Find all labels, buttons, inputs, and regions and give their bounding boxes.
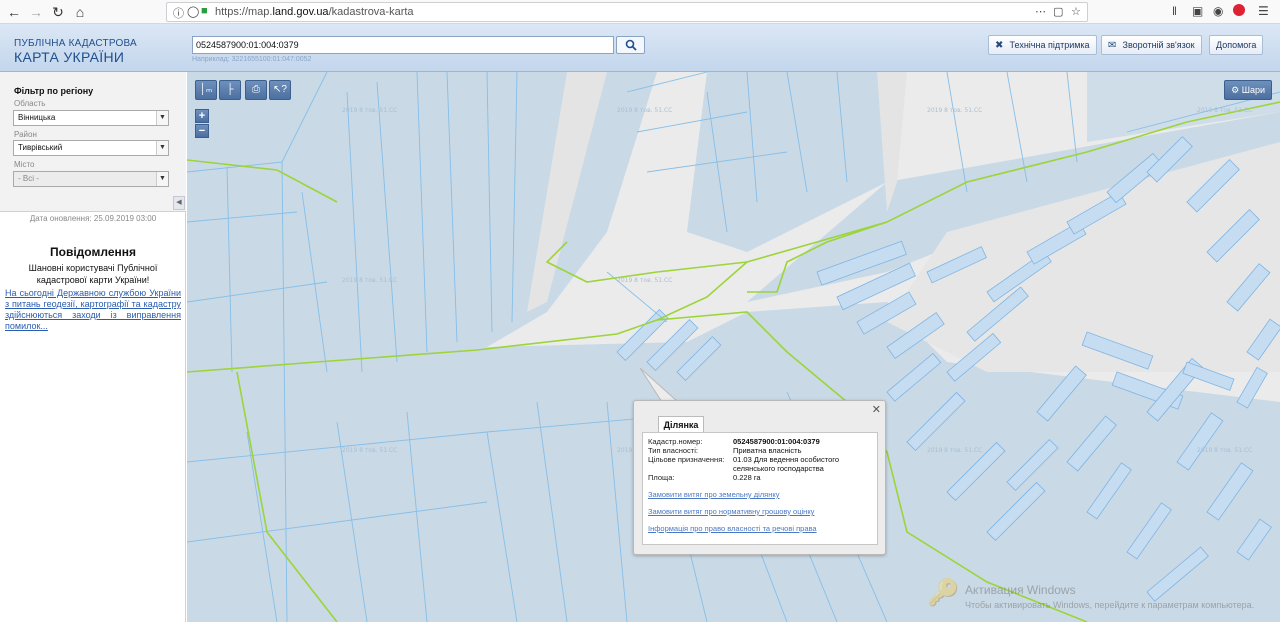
lock-icon[interactable]: ■ [201, 5, 208, 17]
ruler-tool-button[interactable]: │ₘ [195, 80, 217, 100]
svg-text:2019 8 тов. 51.СС: 2019 8 тов. 51.СС [927, 107, 982, 114]
bookmark-star-icon[interactable]: ☆ [1071, 5, 1081, 18]
area-label: Площа: [648, 473, 675, 482]
zoom-in-button[interactable]: + [195, 109, 209, 123]
activation-watermark-title: Активация Windows [965, 583, 1076, 597]
purpose-value: 01.03 Для ведення особистого селянського… [733, 455, 840, 473]
info-icon[interactable]: ⓘ [173, 5, 184, 21]
svg-text:2019 8 тов. 51.СС: 2019 8 тов. 51.СС [617, 107, 672, 114]
svg-text:2019 8 тов. 51.СС: 2019 8 тов. 51.СС [342, 107, 397, 114]
area-value: 0.228 га [733, 473, 761, 482]
help-button[interactable]: Допомога [1209, 35, 1264, 55]
key-icon: 🔑 [927, 577, 960, 607]
city-label: Місто [14, 160, 35, 169]
browser-toolbar: ← → ↻ ⌂ ⓘ ◯ ■ https://map.land.gov.ua/ka… [0, 0, 1280, 24]
area-icon: ├ [226, 84, 234, 95]
left-sidebar: Фільтр по регіону Область Вінницька ▼ Рай… [0, 72, 186, 622]
cadastre-number-label: Кадастр.номер: [648, 437, 703, 446]
svg-text:2019 8 тов. 51.СС: 2019 8 тов. 51.СС [342, 277, 397, 284]
account-icon[interactable]: ◉ [1213, 4, 1223, 18]
svg-text:2019 8 тов. 51.СС: 2019 8 тов. 51.СС [1197, 107, 1252, 114]
region-label: Область [14, 99, 46, 108]
district-select[interactable]: Тиврівський ▼ [13, 140, 169, 156]
feedback-button[interactable]: ✉ Зворотній зв'язок [1101, 35, 1202, 55]
info-tool-button[interactable]: ↖? [269, 80, 291, 100]
address-bar[interactable]: ⓘ ◯ ■ https://map.land.gov.ua/kadastrova… [166, 2, 1088, 22]
svg-text:2019 8 тов. 51.СС: 2019 8 тов. 51.СС [617, 277, 672, 284]
reload-icon[interactable]: ↻ [48, 2, 68, 22]
update-date: Дата оновлення: 25.09.2019 03:00 [29, 214, 157, 223]
parcel-info-popup: ✕ Ділянка Кадастр.номер: 0524587900:01:0… [633, 400, 886, 555]
svg-text:2019 8 тов. 51.СС: 2019 8 тов. 51.СС [342, 447, 397, 454]
gear-icon: ⚙ [1231, 85, 1240, 95]
city-select[interactable]: - Всі - ▼ [13, 171, 169, 187]
layers-button[interactable]: ⚙ Шари [1224, 80, 1272, 100]
area-tool-button[interactable]: ├ [219, 80, 241, 100]
order-valuation-extract-link[interactable]: Замовити витяг про нормативну грошову оц… [648, 507, 814, 516]
close-icon[interactable]: ✕ [872, 403, 881, 416]
notice-greeting: Шановні користувачі Публічної кадастрово… [28, 263, 158, 285]
activation-watermark-text: Чтобы активировать Windows, перейдите к … [965, 600, 1255, 610]
support-button[interactable]: ✖ Технічна підтримка [988, 35, 1097, 55]
order-parcel-extract-link[interactable]: Замовити витяг про земельну ділянку [648, 490, 780, 499]
cadastral-map[interactable]: 2019 8 тов. 51.СС 2019 8 тов. 51.СС 2019… [187, 72, 1280, 622]
zoom-out-button[interactable]: − [195, 124, 209, 138]
menu-icon[interactable]: ☰ [1258, 4, 1269, 18]
sidebar-icon[interactable]: ▣ [1192, 4, 1203, 18]
cadastre-search-input[interactable] [192, 36, 614, 54]
notice-link[interactable]: На сьогодні Державною службою України з … [5, 288, 181, 332]
addon-icon[interactable] [1233, 4, 1245, 16]
search-hint: Наприклад: 3221655100:01:047:0052 [192, 56, 312, 63]
envelope-icon: ✉ [1108, 40, 1117, 51]
parcel-details: Кадастр.номер: 0524587900:01:004:0379 Ти… [642, 432, 878, 545]
region-select[interactable]: Вінницька ▼ [13, 110, 169, 126]
pocket-icon[interactable]: ▢ [1053, 5, 1063, 18]
ruler-icon: │ₘ [199, 84, 213, 95]
region-filter: Фільтр по регіону Область Вінницька ▼ Рай… [0, 72, 186, 212]
search-icon [625, 39, 637, 51]
back-icon[interactable]: ← [4, 2, 24, 22]
forward-icon[interactable]: → [26, 2, 46, 22]
ownership-type-value: Приватна власність [733, 446, 802, 455]
page-actions-icon[interactable]: ⋯ [1035, 5, 1046, 18]
chevron-down-icon: ▼ [156, 111, 168, 125]
print-button[interactable]: ⎙ [245, 80, 267, 100]
svg-text:2019 8 тов. 51.СС: 2019 8 тов. 51.СС [1197, 447, 1252, 454]
chevron-down-icon: ▼ [156, 141, 168, 155]
district-label: Район [14, 130, 37, 139]
home-icon[interactable]: ⌂ [70, 2, 90, 22]
url-text: https://map.land.gov.ua/kadastrova-karta [215, 6, 414, 18]
ownership-info-link[interactable]: Інформація про право власності та речові… [648, 524, 817, 533]
shield-icon[interactable]: ◯ [187, 5, 199, 18]
collapse-panel-button[interactable]: ◀ [173, 196, 185, 210]
printer-icon: ⎙ [252, 84, 260, 95]
chevron-down-icon: ▼ [156, 172, 168, 186]
notice-title: Повідомлення [50, 245, 136, 259]
library-icon[interactable]: ‖ [1172, 4, 1177, 18]
tools-icon: ✖ [995, 40, 1004, 51]
ownership-type-label: Тип власності: [648, 446, 698, 455]
cadastre-number-value: 0524587900:01:004:0379 [733, 437, 820, 446]
tab-parcel[interactable]: Ділянка [658, 416, 704, 433]
logo-subtitle[interactable]: ПУБЛІЧНА КАДАСТРОВА [14, 38, 137, 49]
search-button[interactable] [616, 36, 645, 54]
filter-title: Фільтр по регіону [14, 86, 94, 96]
svg-text:2019 8 тов. 51.СС: 2019 8 тов. 51.СС [927, 447, 982, 454]
logo-title[interactable]: КАРТА УКРАЇНИ [14, 49, 124, 65]
pointer-help-icon: ↖? [273, 84, 287, 95]
popup-pointer [640, 368, 680, 403]
app-header: ПУБЛІЧНА КАДАСТРОВА КАРТА УКРАЇНИ Наприк… [0, 24, 1280, 72]
purpose-label: Цільове призначення: [648, 455, 725, 464]
